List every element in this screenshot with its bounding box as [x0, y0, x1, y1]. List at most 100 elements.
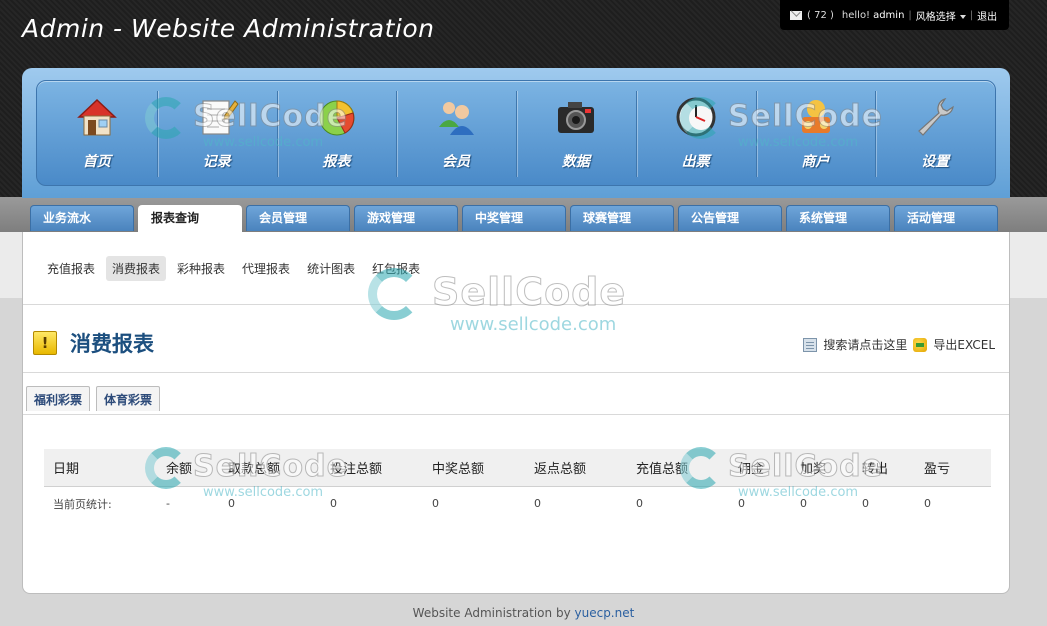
search-form-icon	[803, 337, 818, 352]
main-nav: 首页 记录 报表 会员 数据 出票 商户 设置	[36, 80, 996, 186]
nav-data[interactable]: 数据	[516, 81, 636, 185]
search-link[interactable]: 搜索请点击这里	[803, 336, 907, 353]
tab-member-management[interactable]: 会员管理	[246, 205, 350, 231]
column-header: 余额	[166, 461, 193, 477]
column-header: 取款总额	[228, 461, 281, 477]
tab-match-management[interactable]: 球赛管理	[570, 205, 674, 231]
nav-settings[interactable]: 设置	[875, 81, 995, 185]
nav-merchants[interactable]: 商户	[755, 81, 876, 185]
style-select-dropdown[interactable]: 风格选择	[916, 8, 966, 23]
users-icon	[439, 102, 475, 135]
tab-activity-management[interactable]: 活动管理	[894, 205, 998, 231]
nav-reports[interactable]: 报表	[276, 81, 397, 185]
export-icon	[913, 337, 928, 352]
footer-text: Website Administration by	[412, 606, 571, 620]
nav-label: 会员	[442, 154, 471, 170]
column-header: 盈亏	[924, 461, 951, 477]
export-excel-link[interactable]: 导出EXCEL	[913, 336, 995, 353]
footer-link[interactable]: yuecp.net	[575, 606, 635, 620]
divider: |	[969, 9, 974, 21]
column-header: 转出	[862, 461, 889, 477]
column-header: 投注总额	[330, 461, 383, 477]
nav-members[interactable]: 会员	[396, 81, 516, 185]
column-header: 充值总额	[636, 461, 689, 477]
subnav-recharge-report[interactable]: 充值报表	[41, 256, 101, 281]
home-icon	[77, 98, 117, 136]
nav-label: 设置	[921, 154, 950, 170]
table-cell: 0	[738, 485, 800, 521]
divider	[23, 414, 1009, 415]
divider	[23, 372, 1009, 373]
wrench-icon	[918, 97, 955, 136]
page-header: ! 消费报表	[33, 328, 154, 358]
column-header: 日期	[53, 461, 80, 477]
table-cell: 0	[534, 485, 636, 521]
report-subnav: 充值报表 消费报表 彩种报表 代理报表 统计图表 红包报表	[41, 256, 426, 281]
subnav-consumption-report[interactable]: 消费报表	[106, 256, 167, 281]
report-table: 日期 余额 取款总额 投注总额 中奖总额 返点总额 充值总额 佣金 加奖 转出 …	[44, 449, 991, 521]
caret-down-icon	[959, 14, 966, 19]
tab-report-query[interactable]: 报表查询	[138, 205, 242, 232]
column-header: 返点总额	[534, 461, 587, 477]
greeting-text: hello!	[841, 9, 871, 21]
table-cell: 0	[636, 485, 738, 521]
table-cell: 0	[924, 485, 991, 521]
pie-chart-icon	[319, 100, 354, 136]
username-link[interactable]: admin	[873, 10, 904, 21]
user-bar: ( 72 ) hello! admin | 风格选择 | 退出	[780, 0, 1009, 30]
table-cell: 当前页统计:	[44, 485, 166, 521]
tab-system-management[interactable]: 系统管理	[786, 205, 890, 231]
nav-label: 数据	[561, 154, 590, 170]
table-cell: 0	[330, 485, 432, 521]
subnav-red-packet-report[interactable]: 红包报表	[366, 256, 426, 281]
module-tabs: 业务流水 报表查询 会员管理 游戏管理 中奖管理 球赛管理 公告管理 系统管理 …	[30, 205, 1002, 232]
clock-icon	[676, 97, 716, 137]
subnav-statistics-chart[interactable]: 统计图表	[301, 256, 361, 281]
table-cell: 0	[432, 485, 534, 521]
table-header-row: 日期 余额 取款总额 投注总额 中奖总额 返点总额 充值总额 佣金 加奖 转出 …	[44, 449, 991, 486]
table-cell: -	[166, 485, 228, 521]
notepad-icon	[202, 100, 239, 135]
nav-ticketing[interactable]: 出票	[635, 81, 756, 185]
search-link-label: 搜索请点击这里	[823, 338, 908, 352]
table-cell: 0	[228, 485, 330, 521]
tab-welfare-lottery[interactable]: 福利彩票	[26, 386, 91, 411]
site-title: Admin - Website Administration	[22, 14, 435, 43]
camera-icon	[558, 102, 594, 133]
mail-icon[interactable]	[790, 10, 802, 20]
nav-label: 首页	[82, 154, 111, 170]
message-count[interactable]: ( 72 )	[807, 10, 834, 21]
tab-business-flow[interactable]: 业务流水	[30, 205, 134, 231]
table-row: 当前页统计: - 0 0 0 0 0 0 0 0 0	[44, 485, 991, 521]
content-panel: 充值报表 消费报表 彩种报表 代理报表 统计图表 红包报表 ! 消费报表 搜索请…	[22, 232, 1010, 594]
warning-icon: !	[33, 331, 57, 355]
column-header: 加奖	[800, 461, 827, 477]
nav-label: 记录	[202, 154, 231, 170]
tab-sports-lottery[interactable]: 体育彩票	[96, 386, 161, 411]
tab-game-management[interactable]: 游戏管理	[354, 205, 458, 231]
tab-notice-management[interactable]: 公告管理	[678, 205, 782, 231]
main-nav-panel: 首页 记录 报表 会员 数据 出票 商户 设置	[22, 68, 1010, 198]
nav-label: 商户	[801, 154, 830, 170]
style-select-label: 风格选择	[915, 11, 956, 23]
subnav-agent-report[interactable]: 代理报表	[236, 256, 296, 281]
table-cell: 0	[862, 485, 924, 521]
nav-records[interactable]: 记录	[156, 81, 277, 185]
lottery-tabs: 福利彩票 体育彩票	[26, 386, 161, 411]
divider	[23, 304, 1009, 305]
logout-link[interactable]: 退出	[977, 8, 997, 23]
table-cell: 0	[800, 485, 862, 521]
tab-prize-management[interactable]: 中奖管理	[462, 205, 566, 231]
export-link-label: 导出EXCEL	[933, 338, 995, 352]
column-header: 中奖总额	[432, 461, 485, 477]
nav-label: 出票	[681, 154, 710, 170]
footer: Website Administration by yuecp.net	[0, 606, 1047, 620]
nav-label: 报表	[322, 154, 351, 170]
page-title: 消费报表	[70, 332, 154, 356]
column-header: 佣金	[738, 461, 765, 477]
divider: |	[908, 9, 912, 21]
nav-home[interactable]: 首页	[37, 81, 157, 185]
page-tools: 搜索请点击这里 导出EXCEL	[803, 336, 995, 353]
subnav-lottery-type-report[interactable]: 彩种报表	[171, 256, 231, 281]
merchant-icon	[801, 100, 830, 133]
